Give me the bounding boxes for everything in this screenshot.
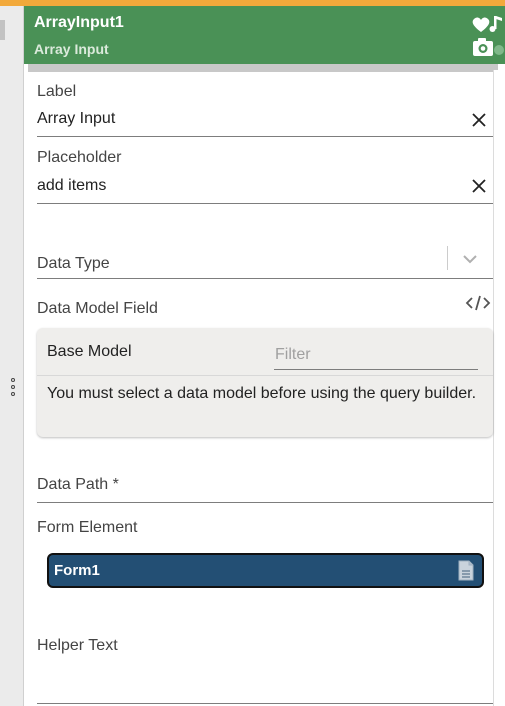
close-icon[interactable] [470, 111, 488, 129]
component-header: ArrayInput1 Array Input [24, 6, 505, 64]
resize-rail[interactable] [0, 6, 24, 706]
chevron-down-icon[interactable] [459, 248, 481, 270]
query-builder: Base Model You must select a data model … [37, 328, 493, 437]
dropdown-separator [447, 246, 448, 270]
helper-text-underline [37, 703, 493, 704]
data-path-underline [37, 502, 493, 503]
placeholder-underline [37, 203, 493, 204]
placeholder-field-label: Placeholder [37, 149, 122, 166]
property-editor: ArrayInput1 Array Input Label Array Inpu… [0, 0, 505, 706]
component-title: ArrayInput1 [34, 14, 124, 31]
header-shadow [28, 64, 498, 72]
placeholder-input[interactable]: add items [37, 177, 106, 195]
component-type: Array Input [34, 41, 109, 57]
label-underline [37, 136, 493, 137]
code-icon[interactable] [465, 294, 491, 312]
component-type-icon [471, 14, 505, 58]
form-element-label: Form Element [37, 519, 138, 536]
base-model-label: Base Model [47, 343, 132, 360]
heart-music-icon [472, 16, 502, 32]
base-model-filter-input[interactable] [274, 340, 478, 370]
query-builder-message: You must select a data model before usin… [47, 385, 477, 402]
helper-text-input[interactable]: Helper Text [37, 637, 118, 655]
scrollbar[interactable] [493, 70, 505, 706]
rail-marker [0, 20, 5, 40]
label-field-label: Label [37, 83, 77, 100]
document-icon[interactable] [458, 560, 474, 581]
close-icon[interactable] [470, 177, 488, 195]
data-model-field-label: Data Model Field [37, 300, 158, 317]
camera-icon [473, 38, 504, 56]
data-type-underline [37, 278, 493, 279]
data-type-select[interactable]: Data Type [37, 255, 110, 273]
properties-panel: Label Array Input Placeholder add items … [25, 72, 493, 706]
drag-handle-icon[interactable] [10, 378, 16, 396]
form-element-value: Form1 [54, 562, 100, 579]
data-path-input[interactable]: Data Path * [37, 476, 119, 494]
query-builder-divider [37, 375, 493, 376]
form-element-chip[interactable]: Form1 [47, 553, 484, 588]
label-input[interactable]: Array Input [37, 110, 115, 128]
